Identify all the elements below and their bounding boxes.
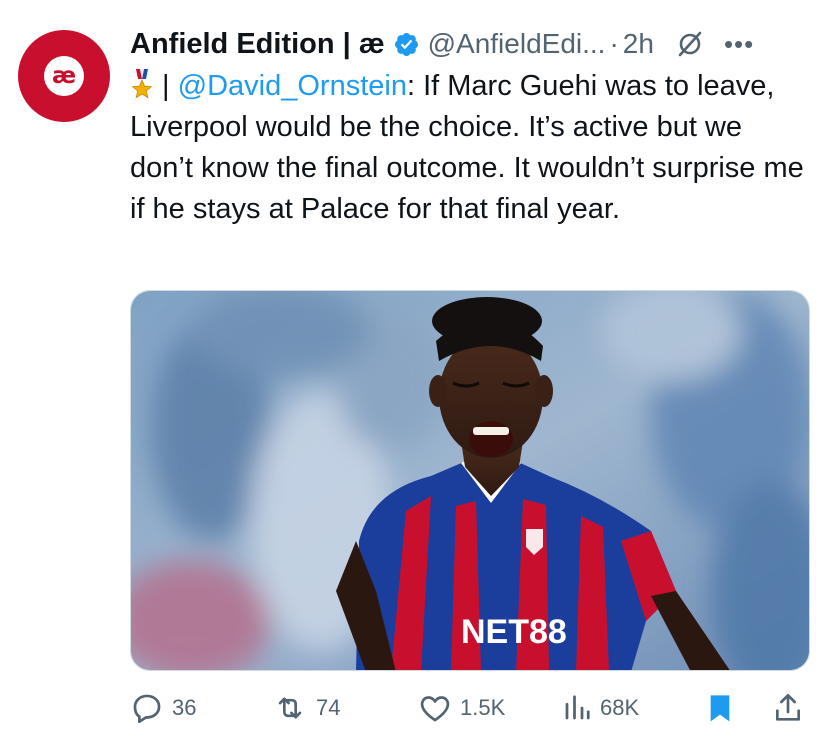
like-button[interactable]: 1.5K (418, 688, 505, 728)
display-name[interactable]: Anfield Edition | æ (130, 28, 385, 61)
views-icon (565, 695, 590, 720)
military-medal-icon (131, 69, 153, 99)
more-options-icon[interactable]: ••• (724, 29, 754, 60)
mention-link[interactable]: @David_Ornstein (178, 70, 407, 102)
avatar-logo-text: æ (51, 62, 77, 89)
views-count: 68K (600, 695, 640, 720)
timestamp[interactable]: 2h (623, 28, 654, 60)
player-photo: NET88 (131, 291, 809, 670)
bookmark-button[interactable] (704, 688, 736, 728)
retweet-icon (278, 697, 302, 719)
like-count: 1.5K (460, 695, 506, 720)
views-button[interactable]: 68K (562, 688, 639, 728)
jersey-sponsor: NET88 (461, 613, 567, 651)
tweet-actions: 36 74 1.5K 68K (130, 688, 810, 728)
handle[interactable]: @AnfieldEdi... (428, 28, 606, 60)
avatar[interactable]: æ (18, 30, 110, 122)
tweet-media-image[interactable]: NET88 (130, 290, 810, 671)
tweet[interactable]: æ Anfield Edition | æ @AnfieldEdi... · 2… (0, 0, 828, 743)
retweet-count: 74 (316, 695, 341, 720)
separator-dot: · (609, 28, 619, 59)
tweet-header: Anfield Edition | æ @AnfieldEdi... · 2h … (130, 22, 816, 66)
share-icon (776, 694, 800, 721)
mention-divider: | (154, 70, 178, 102)
heart-icon (420, 696, 450, 722)
grok-icon[interactable] (676, 30, 704, 58)
bookmark-icon (710, 695, 730, 722)
tweet-text: | @David_Ornstein: If Marc Guehi was to … (130, 66, 810, 230)
reply-icon (133, 694, 161, 724)
verified-badge-icon[interactable] (393, 31, 420, 58)
retweet-button[interactable]: 74 (272, 688, 340, 728)
avatar-logo: æ (44, 56, 84, 96)
share-button[interactable] (772, 688, 804, 728)
reply-count: 36 (172, 695, 197, 720)
reply-button[interactable]: 36 (130, 688, 196, 728)
